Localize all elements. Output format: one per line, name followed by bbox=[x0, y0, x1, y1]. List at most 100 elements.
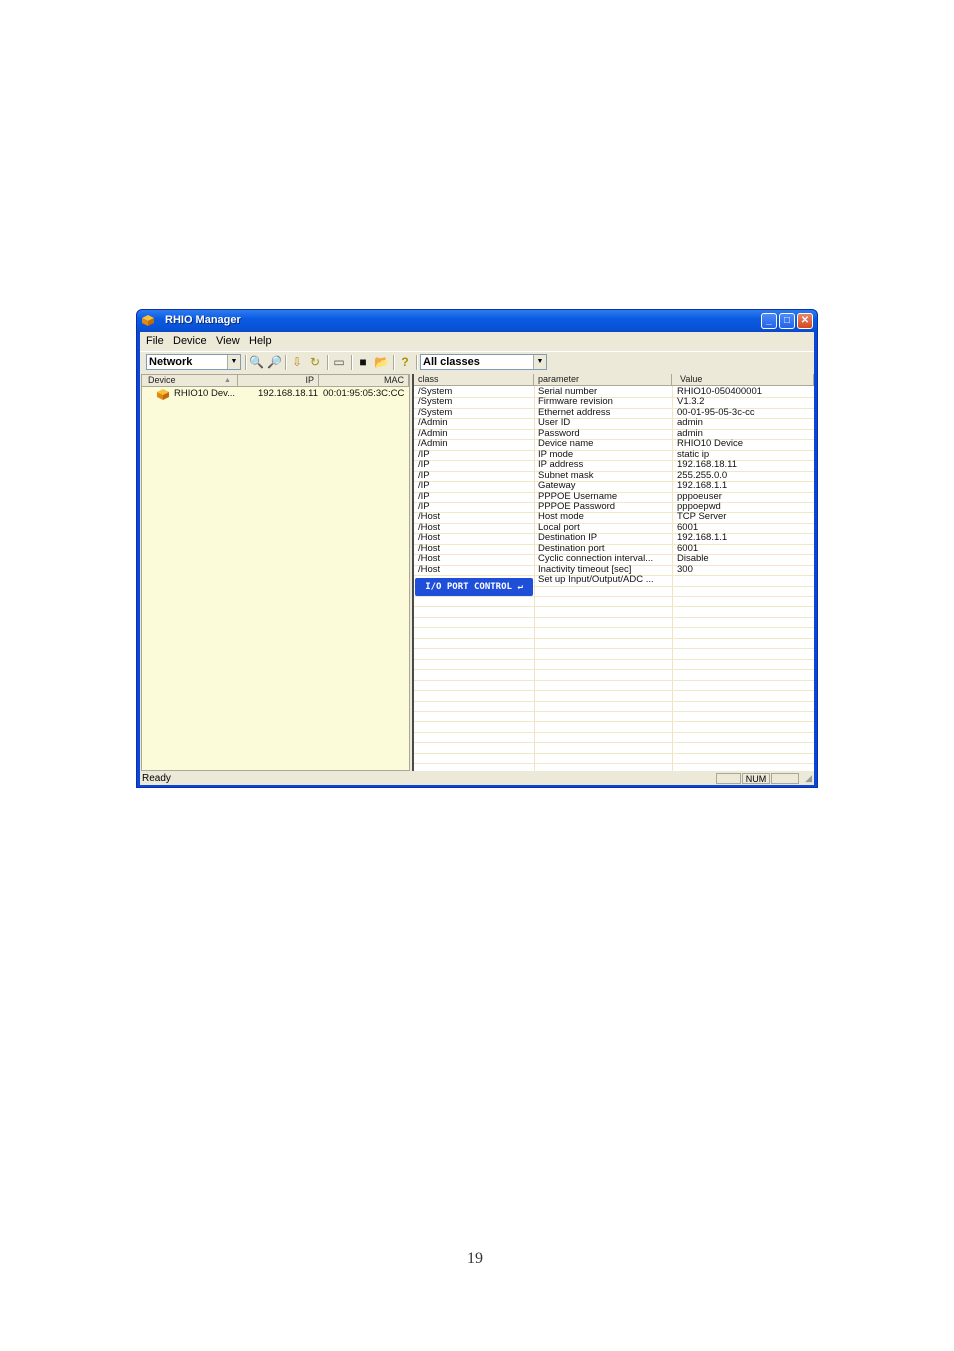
row-gridline bbox=[414, 606, 814, 608]
table-row[interactable]: /Host Destination IP 192.168.1.1 bbox=[414, 533, 814, 543]
row-value: 192.168.1.1 bbox=[677, 532, 728, 544]
table-row[interactable]: /IP PPPOE Password pppoepwd bbox=[414, 501, 814, 512]
help-icon[interactable]: ? bbox=[398, 355, 412, 369]
save-icon[interactable]: ■ bbox=[356, 355, 370, 369]
find-icon[interactable]: 🔎 bbox=[267, 355, 282, 369]
toolbar: Network ▼ 🔍 🔎 ⇩ ↻ ▭ ■ 📂 ? All classes ▼ bbox=[140, 351, 814, 374]
column-header-value[interactable]: Value bbox=[672, 374, 814, 386]
table-row[interactable]: /System Ethernet address 00-01-95-05-3c-cc bbox=[414, 407, 814, 418]
row-gridline bbox=[414, 690, 814, 692]
row-gridline bbox=[414, 763, 814, 765]
row-value: V1.3.2 bbox=[677, 396, 705, 408]
row-class: /IP bbox=[418, 490, 430, 502]
row-value: pppoeuser bbox=[677, 490, 722, 502]
close-button[interactable]: ✕ bbox=[797, 313, 813, 329]
row-gridline bbox=[414, 637, 814, 639]
table-row[interactable]: /Host Local port 6001 bbox=[414, 522, 814, 533]
toolbar-separator bbox=[351, 355, 353, 370]
maximize-icon: □ bbox=[783, 315, 791, 326]
download-icon[interactable]: ⇩ bbox=[290, 355, 304, 369]
toolbar-separator bbox=[393, 355, 395, 370]
column-header-device[interactable]: Device ▲ bbox=[142, 375, 238, 387]
row-gridline bbox=[414, 731, 814, 733]
row-gridline bbox=[414, 679, 814, 681]
row-gridline bbox=[414, 752, 814, 754]
search-device-icon[interactable]: 🔍 bbox=[249, 355, 264, 369]
open-folder-icon[interactable]: 📂 bbox=[374, 355, 389, 369]
row-parameter: Device name bbox=[538, 438, 594, 450]
row-parameter: Firmware revision bbox=[538, 396, 613, 408]
menu-bar: File Device View Help bbox=[140, 332, 814, 350]
row-gridline bbox=[414, 658, 814, 660]
device-list[interactable]: Device ▲ IP MAC RHIO10 Dev... 192.168.18… bbox=[141, 374, 410, 771]
minimize-icon: _ bbox=[766, 315, 772, 326]
row-parameter: PPPOE Username bbox=[538, 490, 618, 502]
row-class: /Admin bbox=[418, 438, 448, 450]
class-filter-combo[interactable]: All classes ▼ bbox=[420, 354, 547, 370]
minimize-button[interactable]: _ bbox=[761, 313, 777, 329]
table-row[interactable]: /Admin Device name RHIO10 Device bbox=[414, 439, 814, 449]
row-gridline bbox=[414, 700, 814, 702]
row-value: 192.168.1.1 bbox=[677, 480, 728, 492]
row-gridline bbox=[414, 721, 814, 723]
row-gridline bbox=[414, 616, 814, 618]
page-number: 19 bbox=[467, 1250, 483, 1267]
print-icon[interactable]: ▭ bbox=[332, 355, 346, 369]
row-parameter: Host mode bbox=[538, 511, 584, 523]
column-header-parameter[interactable]: parameter bbox=[534, 374, 672, 386]
row-gridline bbox=[414, 627, 814, 629]
device-row[interactable]: RHIO10 Dev... 192.168.18.11 00:01:95:05:… bbox=[142, 388, 409, 400]
parameter-table[interactable]: class parameter Value /System Serial numb… bbox=[412, 374, 814, 771]
row-value: admin bbox=[677, 417, 703, 429]
row-parameter: User ID bbox=[538, 417, 571, 429]
status-bar: Ready NUM ◢ bbox=[140, 772, 814, 785]
row-class: /Host bbox=[418, 511, 441, 523]
refresh-icon[interactable]: ↻ bbox=[308, 355, 322, 369]
rhio-manager-window: RHIO Manager _ □ ✕ File Device View Help… bbox=[136, 309, 818, 788]
row-value: 192.168.18.11 bbox=[677, 459, 738, 471]
table-row[interactable]: /System Serial number RHIO10-050400001 bbox=[414, 387, 814, 397]
chevron-down-icon[interactable]: ▼ bbox=[533, 355, 546, 369]
table-row[interactable]: /IP IP mode static ip bbox=[414, 449, 814, 460]
row-class: /System bbox=[418, 396, 453, 408]
table-row[interactable]: /IP Subnet mask 255.255.0.0 bbox=[414, 470, 814, 481]
device-box-icon bbox=[157, 389, 169, 400]
title-bar[interactable]: RHIO Manager _ □ ✕ bbox=[137, 310, 817, 332]
row-class: /Admin bbox=[418, 417, 448, 429]
column-header-class[interactable]: class bbox=[414, 374, 534, 386]
app-box-icon bbox=[142, 315, 154, 326]
menu-file[interactable]: File bbox=[146, 335, 164, 347]
status-text: Ready bbox=[142, 773, 171, 784]
status-panel-scroll bbox=[771, 773, 799, 784]
column-header-ip[interactable]: IP bbox=[238, 375, 319, 387]
row-value: 300 bbox=[677, 563, 693, 575]
toolbar-separator bbox=[416, 355, 418, 370]
network-combo[interactable]: Network ▼ bbox=[146, 354, 241, 370]
device-name: RHIO10 Dev... bbox=[174, 388, 236, 399]
table-row[interactable]: /Host Host mode TCP Server bbox=[414, 512, 814, 522]
resize-grip-icon[interactable]: ◢ bbox=[805, 773, 812, 784]
toolbar-separator bbox=[245, 355, 247, 370]
column-header-mac[interactable]: MAC bbox=[319, 375, 409, 387]
row-parameter: Set up Input/Output/ADC ... bbox=[538, 574, 654, 586]
io-port-control-button[interactable]: I/O PORT CONTROL ↵ bbox=[415, 578, 533, 596]
row-gridline bbox=[414, 596, 814, 597]
menu-view[interactable]: View bbox=[216, 335, 240, 347]
menu-device[interactable]: Device bbox=[173, 335, 207, 347]
row-parameter: IP address bbox=[538, 459, 584, 471]
table-row[interactable]: /IP Gateway 192.168.1.1 bbox=[414, 481, 814, 491]
table-row[interactable]: /Admin User ID admin bbox=[414, 418, 814, 428]
toolbar-separator bbox=[327, 355, 329, 370]
device-mac: 00:01:95:05:3C:CC bbox=[323, 388, 405, 399]
menu-help[interactable]: Help bbox=[249, 335, 272, 347]
table-row[interactable]: /Admin Password admin bbox=[414, 428, 814, 439]
row-class: /Host bbox=[418, 532, 441, 544]
chevron-down-icon[interactable]: ▼ bbox=[227, 355, 240, 369]
row-value: RHIO10 Device bbox=[677, 438, 743, 450]
maximize-button[interactable]: □ bbox=[779, 313, 795, 329]
row-gridline bbox=[414, 710, 814, 712]
table-row[interactable]: /IP IP address 192.168.18.11 bbox=[414, 460, 814, 470]
row-gridline bbox=[414, 742, 814, 744]
close-icon: ✕ bbox=[800, 315, 810, 326]
row-class: /Host bbox=[418, 553, 441, 565]
